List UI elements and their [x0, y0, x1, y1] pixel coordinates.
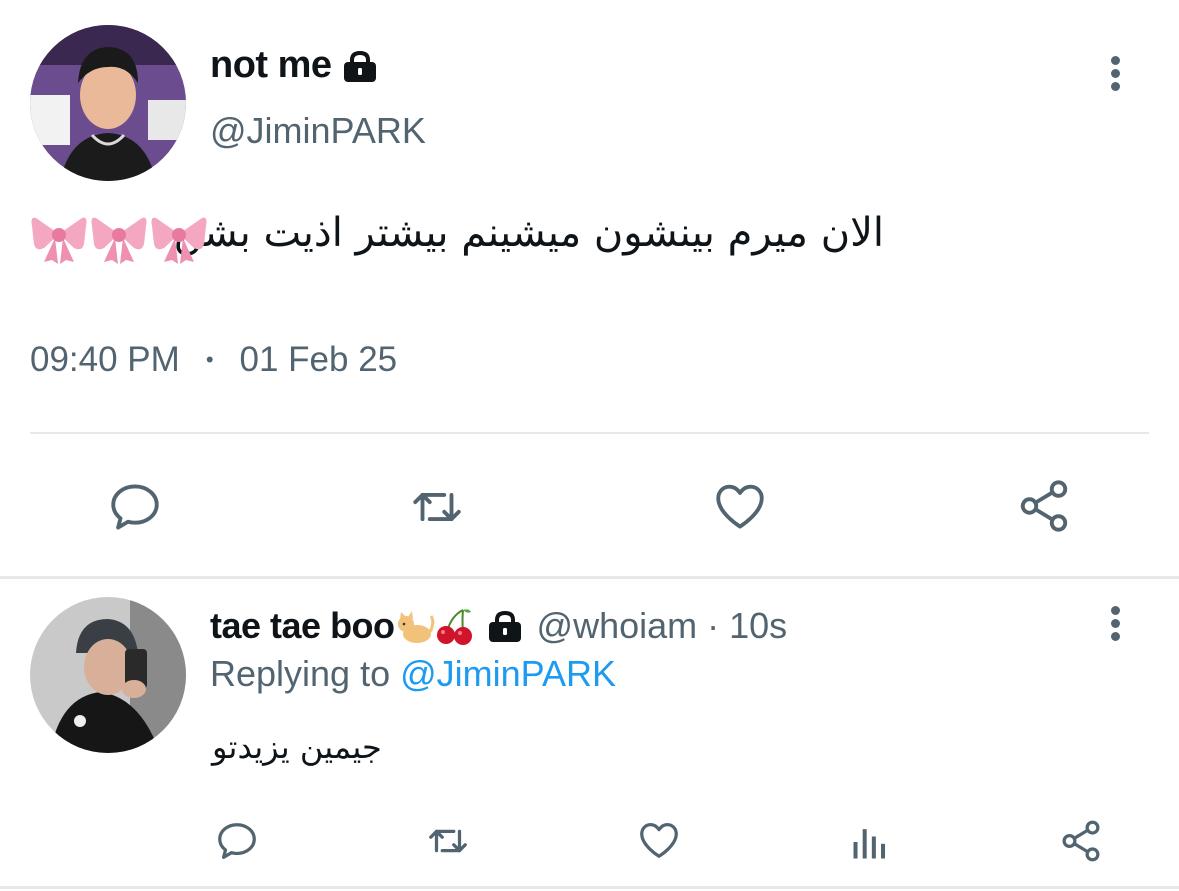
divider — [0, 576, 1179, 579]
like-icon[interactable] — [710, 477, 770, 535]
mention-link[interactable]: @JiminPARK — [400, 653, 616, 694]
share-icon[interactable] — [1014, 477, 1074, 535]
display-name-text: not me — [210, 44, 332, 86]
lock-icon — [487, 610, 523, 642]
reply-header[interactable]: tae tae boo @whoiam · 10s — [210, 605, 787, 647]
avatar[interactable] — [30, 25, 186, 181]
bow-emoji — [151, 217, 207, 264]
replying-to: Replying to @JiminPARK — [210, 653, 616, 695]
divider — [30, 432, 1149, 434]
lock-icon — [342, 50, 378, 82]
display-name[interactable]: not me — [210, 44, 378, 87]
cat-emoji — [397, 611, 434, 643]
more-options-icon[interactable] — [1106, 56, 1124, 96]
tweet-text: الان میرم بینشون میشینم بیشتر اذیت بشن — [173, 210, 885, 256]
cherries-emoji — [436, 609, 472, 645]
handle[interactable]: @JiminPARK — [210, 110, 426, 152]
reply-icon[interactable] — [105, 478, 165, 536]
divider — [0, 886, 1179, 889]
bow-emoji — [31, 217, 87, 264]
emoji-group — [30, 210, 208, 264]
time-ago: · 10s — [707, 605, 788, 646]
reply-icon[interactable] — [214, 818, 260, 864]
tweet-text: جیمین یزیدتو — [212, 728, 382, 766]
tweet-date: 01 Feb 25 — [239, 340, 398, 379]
more-options-icon[interactable] — [1106, 606, 1124, 646]
tweet-time: 09:40 PM — [30, 340, 180, 379]
bow-emoji — [91, 217, 147, 264]
avatar[interactable] — [30, 597, 186, 753]
retweet-icon[interactable] — [422, 818, 474, 864]
handle: @whoiam — [536, 605, 698, 646]
analytics-icon[interactable] — [848, 820, 892, 864]
replying-prefix: Replying to — [210, 653, 391, 694]
tweet-timestamp[interactable]: 09:40 PM • 01 Feb 25 — [30, 340, 397, 380]
display-name-text: tae tae boo — [210, 605, 395, 646]
retweet-icon[interactable] — [404, 478, 470, 536]
like-icon[interactable] — [636, 817, 682, 863]
share-icon[interactable] — [1058, 818, 1104, 864]
meta-separator: • — [205, 347, 214, 372]
